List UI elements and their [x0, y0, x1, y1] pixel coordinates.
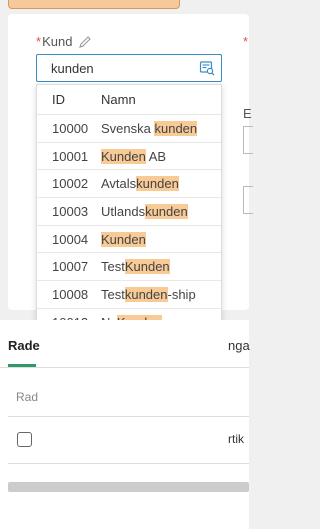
- item-name: Testkunden-ship: [101, 286, 196, 302]
- item-id: 10004: [52, 231, 89, 247]
- list-item[interactable]: 10007 TestKunden: [37, 253, 221, 282]
- item-name: Avtalskunden: [101, 176, 179, 192]
- list-item[interactable]: 10004 Kunden: [37, 226, 221, 254]
- item-name: Utlandskunden: [101, 203, 188, 219]
- item-name-prefix: Utlands: [101, 203, 146, 219]
- item-name: Kunden AB: [101, 148, 167, 164]
- list-item[interactable]: 10008 Testkunden-ship: [37, 281, 221, 309]
- item-id: 10001: [52, 148, 89, 164]
- horizontal-scrollbar[interactable]: [8, 482, 249, 492]
- top-action-button[interactable]: [8, 0, 180, 9]
- item-name-suffix: -ship: [167, 286, 196, 302]
- item-name-match: Kunden: [124, 259, 170, 275]
- item-name-match: kunden: [145, 203, 188, 219]
- tab-right[interactable]: nga: [228, 338, 250, 353]
- item-id: 10002: [52, 176, 89, 192]
- row-right-text: rtik: [228, 432, 244, 446]
- item-name-prefix: Test: [101, 259, 125, 275]
- pencil-icon[interactable]: [78, 35, 92, 49]
- tab-divider: [0, 367, 249, 368]
- item-name: Kunden: [101, 231, 146, 247]
- dropdown-header: ID Namn: [37, 85, 221, 115]
- right-field-input-2[interactable]: [243, 186, 253, 214]
- item-name-match: Kunden: [101, 231, 146, 247]
- item-name-match: Kunden: [101, 148, 146, 164]
- header-id: ID: [52, 92, 65, 107]
- lower-panel: Rade nga Rad rtik: [0, 320, 250, 529]
- tab-rader[interactable]: Rade: [8, 338, 40, 353]
- list-item[interactable]: 10002 Avtalskunden: [37, 170, 221, 199]
- item-name-prefix: Svenska: [101, 120, 155, 136]
- item-name-match: kunden: [136, 176, 179, 192]
- item-id: 10007: [52, 259, 89, 275]
- header-namn: Namn: [101, 92, 136, 107]
- kund-field-label: *Kund: [36, 34, 92, 49]
- item-name-prefix: Test: [101, 286, 125, 302]
- right-field-label: E: [243, 106, 252, 121]
- item-name-suffix: AB: [145, 148, 167, 164]
- required-mark: *: [36, 34, 42, 49]
- table-row-divider: [8, 463, 249, 464]
- column-header-rad: Rad: [16, 390, 39, 404]
- list-item[interactable]: 10003 Utlandskunden: [37, 198, 221, 226]
- list-search-icon[interactable]: [199, 60, 215, 76]
- item-id: 10008: [52, 286, 89, 302]
- kund-search-input[interactable]: [51, 60, 199, 76]
- item-name-match: kunden: [154, 120, 198, 136]
- item-name: TestKunden: [101, 259, 170, 275]
- right-field-input[interactable]: [243, 126, 253, 154]
- list-item[interactable]: 10000 Svenska kunden: [37, 115, 221, 143]
- kund-combobox[interactable]: [36, 54, 222, 82]
- row-checkbox[interactable]: [17, 432, 32, 447]
- list-item[interactable]: 10001 Kunden AB: [37, 143, 221, 171]
- item-name-prefix: Avtals: [101, 176, 137, 192]
- item-id: 10003: [52, 203, 89, 219]
- kund-label-text: Kund: [42, 34, 73, 49]
- item-name: Svenska kunden: [101, 120, 198, 136]
- table-header-divider: [8, 416, 249, 417]
- item-id: 10000: [52, 120, 89, 136]
- item-name-match: kunden: [124, 286, 168, 302]
- right-required-mark: *: [243, 34, 249, 49]
